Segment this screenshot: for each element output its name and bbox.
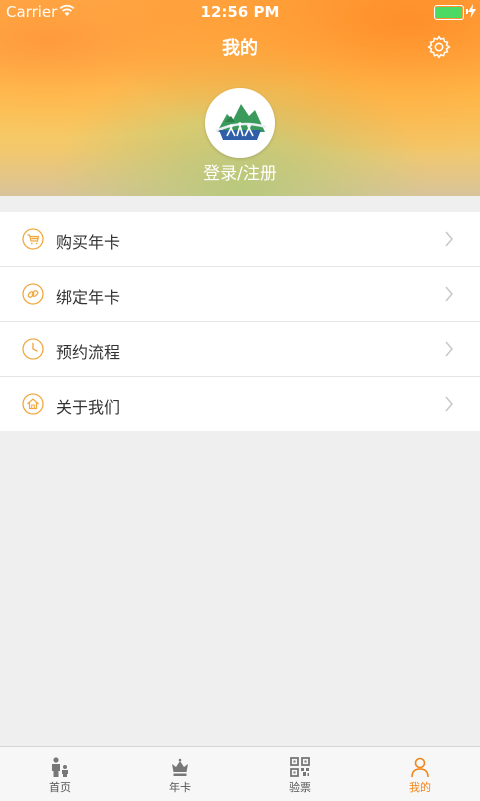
menu-list: 购买年卡 绑定年卡 预约流程 关于我们 <box>0 212 480 431</box>
chevron-right-icon <box>445 231 453 247</box>
tab-annual-card[interactable]: 年卡 <box>120 747 240 801</box>
chevron-right-icon <box>445 341 453 357</box>
status-bar: Carrier 12:56 PM <box>0 0 480 24</box>
cart-icon <box>22 228 44 250</box>
tab-label: 年卡 <box>169 781 191 794</box>
menu-item-label: 购买年卡 <box>56 233 121 252</box>
avatar[interactable] <box>205 88 275 158</box>
charging-bolt-icon <box>468 4 476 18</box>
tab-label: 验票 <box>289 781 311 794</box>
tab-home[interactable]: 首页 <box>0 747 120 801</box>
clock-icon <box>22 338 44 360</box>
bottom-tab-bar: 首页 年卡 验票 我的 <box>0 746 480 801</box>
login-register-link[interactable]: 登录/注册 <box>0 159 480 184</box>
link-icon <box>22 283 44 305</box>
menu-item-label: 预约流程 <box>56 343 121 362</box>
qr-code-icon <box>290 757 310 777</box>
battery-icon <box>434 5 464 20</box>
menu-item-about-us[interactable]: 关于我们 <box>0 377 480 431</box>
menu-item-booking-process[interactable]: 预约流程 <box>0 322 480 377</box>
chevron-right-icon <box>445 396 453 412</box>
chevron-right-icon <box>445 286 453 302</box>
family-icon <box>52 757 68 777</box>
menu-item-label: 绑定年卡 <box>56 288 121 307</box>
page-title: 我的 <box>222 38 258 59</box>
tab-label: 首页 <box>49 781 71 794</box>
profile-header: Carrier 12:56 PM 我的 登录/注册 <box>0 0 480 196</box>
tab-ticket-check[interactable]: 验票 <box>240 747 360 801</box>
menu-item-label: 关于我们 <box>56 398 121 417</box>
menu-item-buy-card[interactable]: 购买年卡 <box>0 212 480 267</box>
gear-icon[interactable] <box>426 34 452 60</box>
person-icon <box>411 757 429 778</box>
crown-icon <box>172 758 188 776</box>
menu-item-bind-card[interactable]: 绑定年卡 <box>0 267 480 322</box>
mountain-logo-icon <box>215 104 267 140</box>
home-icon <box>22 393 44 415</box>
status-time: 12:56 PM <box>200 3 280 21</box>
tab-mine[interactable]: 我的 <box>360 747 480 801</box>
tab-label: 我的 <box>409 781 431 794</box>
